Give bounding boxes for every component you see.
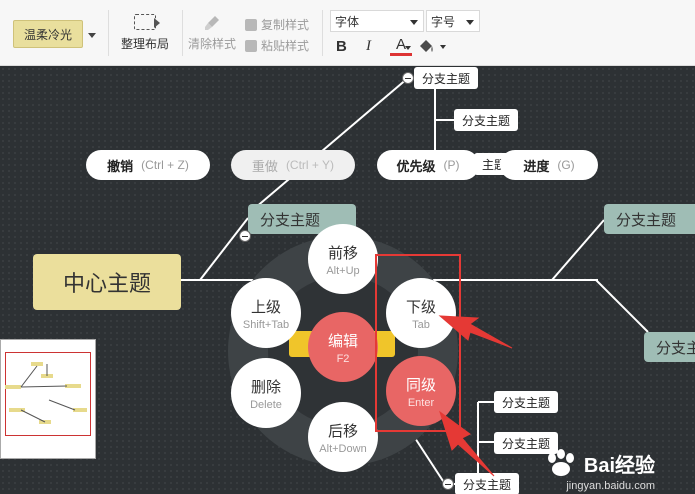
clear-style-button[interactable]: 清除样式: [188, 14, 236, 52]
toolbar-divider: [108, 10, 109, 56]
paste-style-icon: [245, 39, 257, 52]
font-color-label: A: [395, 36, 406, 53]
paste-style-button[interactable]: 粘贴样式: [245, 37, 309, 54]
font-size-value: 字号: [431, 14, 456, 29]
watermark-url: jingyan.baidu.com: [566, 480, 655, 492]
bold-button[interactable]: B: [336, 38, 347, 55]
arrange-layout-button[interactable]: 整理布局: [121, 14, 169, 52]
copy-style-icon: [245, 18, 257, 31]
clear-style-label: 清除样式: [188, 37, 237, 51]
watermark-brand: Bai经验: [583, 454, 655, 477]
paw-logo-icon: [547, 449, 574, 476]
toolbar-divider: [322, 10, 323, 56]
copy-style-button[interactable]: 复制样式: [245, 16, 309, 33]
mindmap-canvas[interactable]: 中心主题 分支主题 分支主题 分支主 分支主题 分支主题 主题 分支主题 分支主…: [0, 66, 695, 494]
chevron-down-icon: [466, 20, 474, 25]
chevron-down-icon: [410, 20, 418, 25]
arrange-layout-label: 整理布局: [121, 37, 170, 51]
font-select-value: 字体: [335, 14, 360, 29]
fill-color-icon[interactable]: [416, 38, 446, 56]
arrange-layout-icon: [134, 14, 160, 30]
watermark: Bai经验: [544, 448, 655, 478]
font-select[interactable]: 字体: [330, 10, 424, 32]
paste-style-label: 粘贴样式: [261, 39, 310, 53]
chevron-down-icon[interactable]: [88, 33, 96, 38]
minimap-lines: [20, 364, 76, 423]
brush-icon: [205, 16, 219, 30]
italic-button[interactable]: I: [366, 38, 371, 55]
annotation-arrows: [438, 315, 513, 477]
toolbar-divider: [182, 10, 183, 56]
toolbar: 温柔冷光 整理布局 清除样式 复制样式 粘贴样式 字体 字号 B I A: [0, 0, 695, 66]
chevron-down-icon[interactable]: [405, 46, 411, 50]
minimap[interactable]: [0, 339, 96, 459]
theme-button[interactable]: 温柔冷光: [13, 20, 83, 48]
font-size-select[interactable]: 字号: [426, 10, 480, 32]
copy-style-label: 复制样式: [261, 18, 310, 32]
